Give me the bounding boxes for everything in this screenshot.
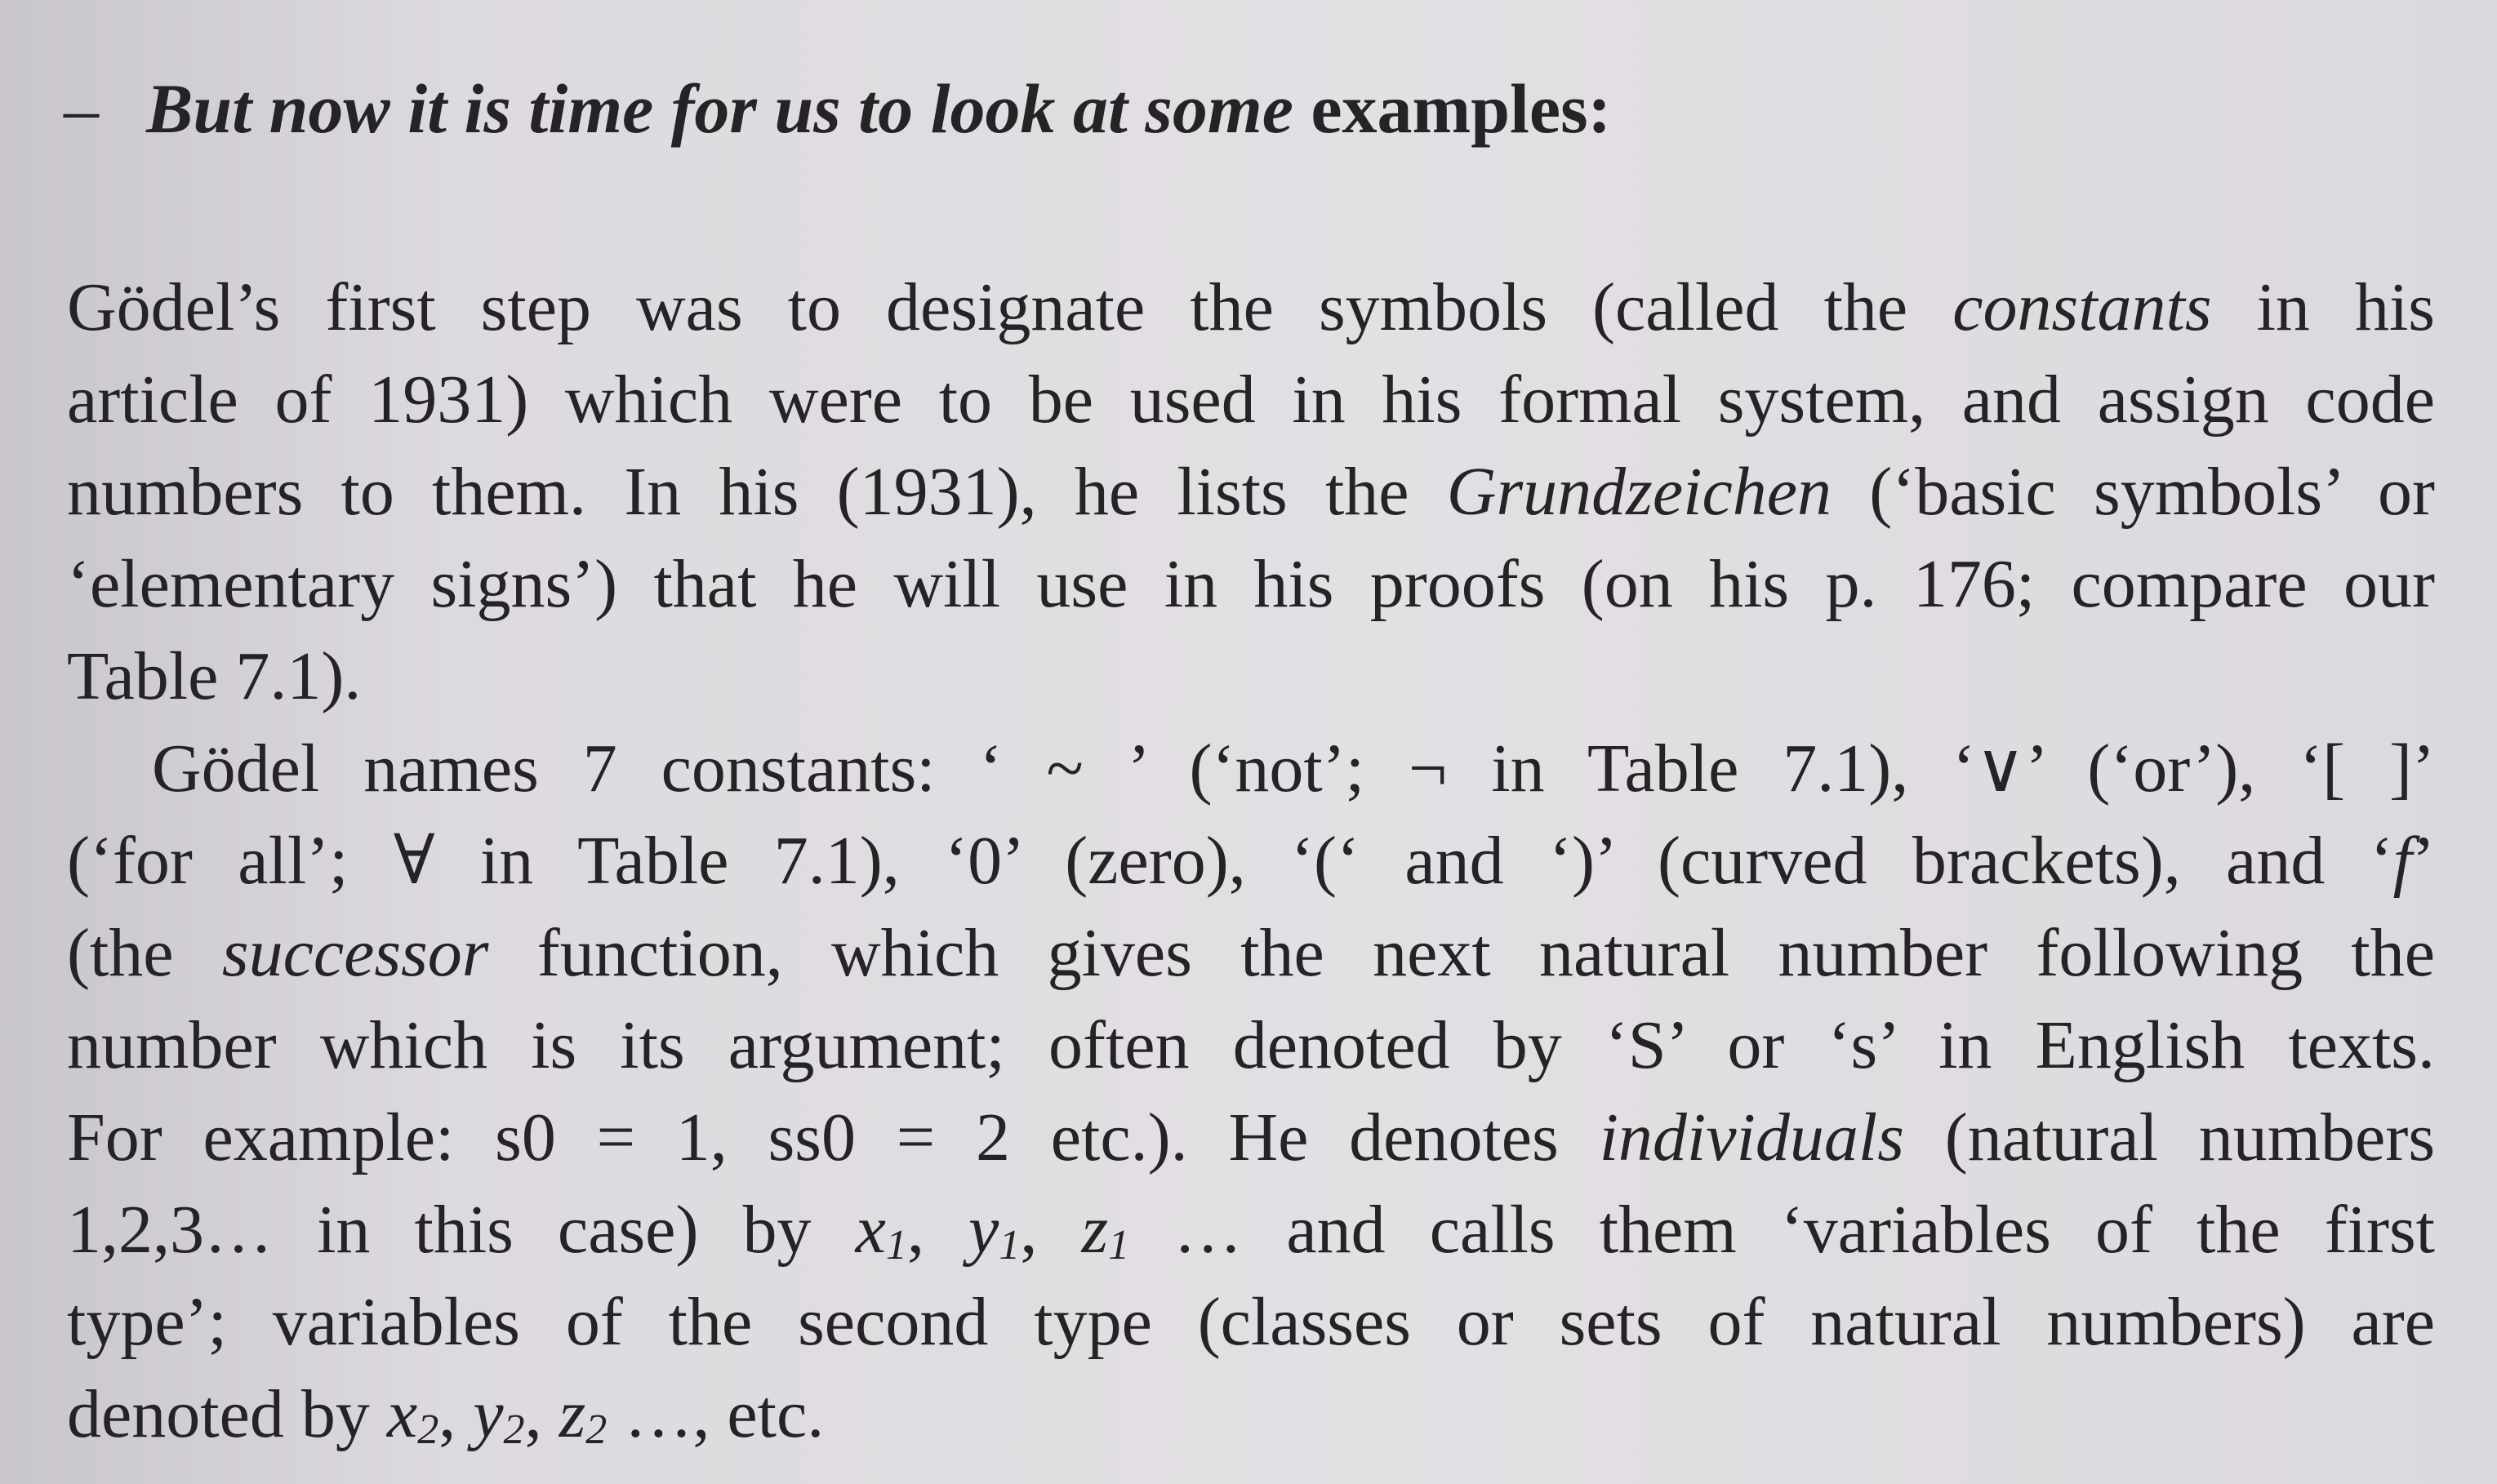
italic-symbol-f: f [2392, 823, 2413, 899]
text-run: (the [67, 915, 174, 991]
paragraph2-line4: number which is its argument; often deno… [67, 1007, 2435, 1083]
paragraph2-line8: denoted by x2, y2, z2 …, etc. [67, 1376, 825, 1453]
body-text: Gödel’s first step was to designate the … [67, 261, 2435, 1460]
paragraph2-line6: 1,2,3… in this case) by x1, y1, z1 … and… [67, 1192, 2436, 1269]
variable-y2: y2 [473, 1376, 525, 1453]
variable-x2: x2 [386, 1376, 439, 1453]
paragraph2-line7: type’; variables of the second type (cla… [67, 1284, 2435, 1360]
text-run: numbers to them. In his (1931), he lists… [67, 454, 1409, 530]
variable-y1: y1 [968, 1192, 1021, 1269]
italic-term-individuals: individuals [1599, 1100, 1904, 1175]
paragraph2-line5: For example: s0 = 1, ss0 = 2 etc.). He d… [67, 1091, 2435, 1184]
italic-term-successor: successor [221, 915, 489, 991]
text-run: For example: s0 = 1, ss0 = 2 etc.). He d… [67, 1100, 1559, 1175]
text-run: function, which gives the next natural n… [536, 915, 2435, 991]
paragraph2-line1: Gödel names 7 constants: ‘ ~ ’ (‘not’; ¬… [152, 731, 2435, 806]
text-run: Gödel’s first step was to designate the … [67, 269, 1908, 345]
heading-italic-text: But now it is time for us to look at som… [146, 69, 1293, 148]
paragraph1-line3: numbers to them. In his (1931), he lists… [67, 446, 2435, 538]
italic-term-grundzeichen: Grundzeichen [1446, 454, 1832, 530]
italic-term-constants: constants [1952, 269, 2212, 345]
paragraph2-line2: (‘for all’; ∀ in Table 7.1), ‘0’ (zero),… [67, 815, 2435, 907]
text-run: … and calls them ‘variables of the first [1173, 1192, 2436, 1268]
text-run: ’ [2412, 823, 2435, 899]
heading-bold-text: examples: [1311, 69, 1612, 148]
text-run: 1,2,3… in this case) by [67, 1192, 812, 1268]
paragraph1-line1: Gödel’s first step was to designate the … [67, 261, 2435, 353]
book-page: – But now it is time for us to look at so… [0, 0, 2497, 1484]
text-run: (natural numbers [1944, 1100, 2436, 1175]
text-run: …, etc. [624, 1376, 825, 1452]
text-run: denoted by [67, 1376, 370, 1452]
variable-x1: x1 [855, 1192, 907, 1269]
paragraph1-line5: Table 7.1). [67, 638, 362, 714]
text-run: in his [2256, 269, 2435, 345]
heading-dash: – [64, 69, 99, 148]
paragraph2-line3: (the successor function, which gives the… [67, 907, 2435, 999]
variable-z1: z1 [1081, 1192, 1130, 1269]
variable-z2: z2 [559, 1376, 608, 1453]
text-run: (‘for all’; ∀ in Table 7.1), ‘0’ (zero),… [67, 823, 2393, 899]
text-run: (‘basic symbols’ or [1869, 454, 2435, 530]
paragraph1-line2: article of 1931) which were to be used i… [67, 362, 2435, 438]
section-heading: – But now it is time for us to look at so… [64, 64, 1611, 153]
paragraph1-line4: ‘elementary signs’) that he will use in … [67, 546, 2435, 622]
